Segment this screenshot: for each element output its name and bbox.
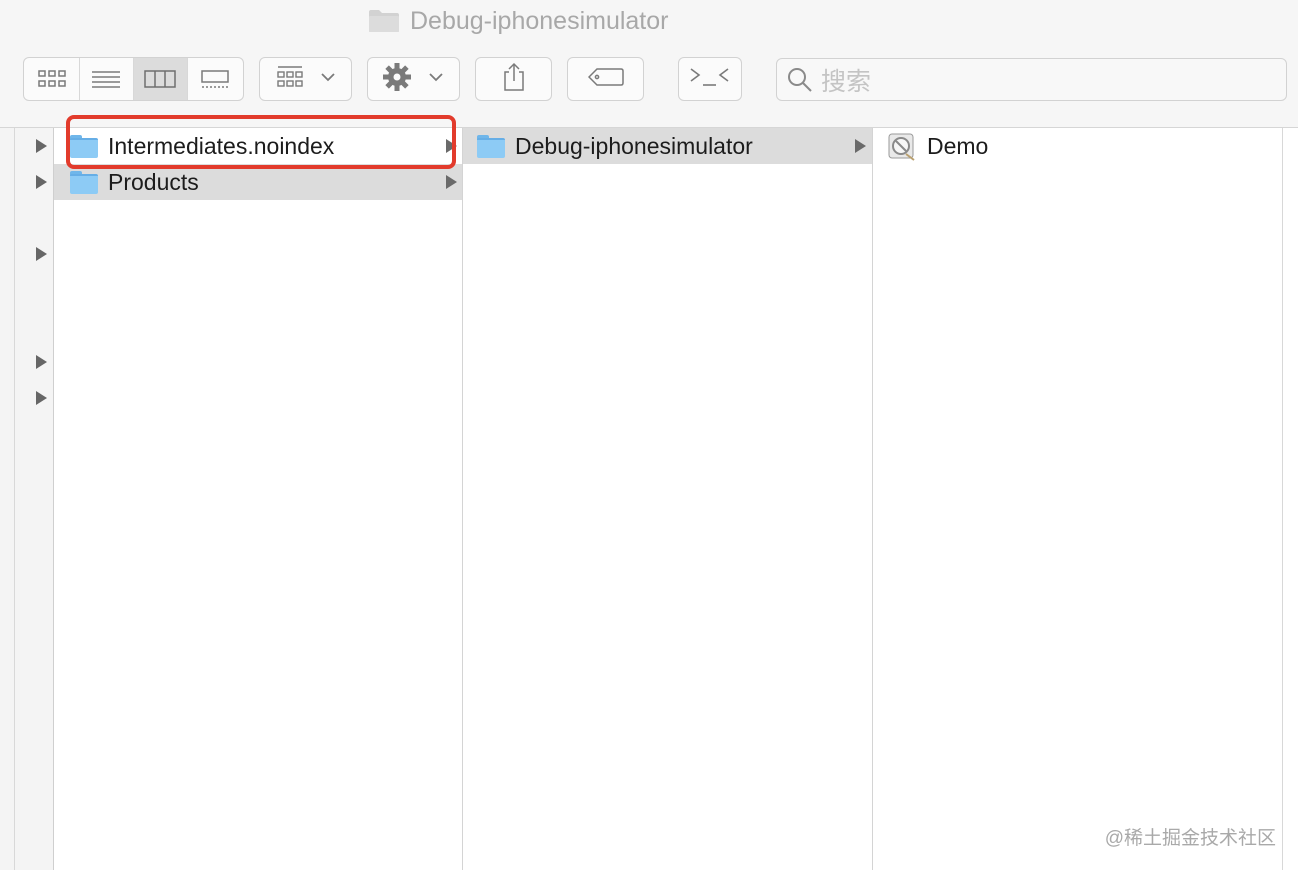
chevron-right-icon (446, 175, 457, 189)
list-item[interactable]: Demo (873, 128, 1283, 164)
toolbar: Debug-iphonesimulator 搜索 (0, 0, 1298, 128)
column-view-icon[interactable] (133, 58, 188, 100)
disclosure-triangle[interactable] (36, 139, 47, 153)
folder-icon (368, 9, 400, 33)
tag-icon (587, 67, 624, 92)
share-icon (501, 62, 527, 97)
folder-icon (70, 170, 98, 194)
terminal-button[interactable] (678, 57, 742, 101)
gear-icon (382, 62, 446, 96)
disclosure-triangle[interactable] (36, 391, 47, 405)
item-label: Products (108, 168, 199, 195)
item-label: Debug-iphonesimulator (515, 132, 753, 159)
list-view-icon[interactable] (80, 58, 134, 100)
action-button[interactable] (367, 57, 460, 101)
disclosure-triangle[interactable] (36, 175, 47, 189)
watermark: @稀土掘金技术社区 (1104, 828, 1276, 849)
group-button[interactable] (259, 57, 352, 101)
view-mode-control[interactable] (23, 57, 244, 101)
icon-view-icon[interactable] (26, 58, 80, 100)
sidebar-edge (14, 128, 15, 870)
item-label: Demo (927, 132, 989, 159)
tag-button[interactable] (567, 57, 644, 101)
disclosure-triangle[interactable] (36, 355, 47, 369)
list-item[interactable]: Debug-iphonesimulator (463, 128, 872, 164)
window-title-text: Debug-iphonesimulator (410, 6, 669, 35)
sidebar (0, 128, 54, 870)
folder-icon (477, 134, 505, 158)
gallery-view-icon[interactable] (188, 58, 242, 100)
window-edge (1282, 128, 1283, 870)
browser-column-3: Demo (873, 128, 1283, 870)
search-placeholder: 搜索 (821, 67, 872, 96)
window-title: Debug-iphonesimulator (368, 4, 668, 38)
highlight-box (66, 115, 456, 169)
browser-column-1: Intermediates.noindex Products (54, 128, 463, 870)
share-button[interactable] (475, 57, 552, 101)
browser-column-2: Debug-iphonesimulator (463, 128, 873, 870)
list-item[interactable]: Products (54, 164, 462, 200)
chevron-right-icon (855, 139, 866, 153)
group-icon (274, 64, 338, 95)
search-icon (787, 67, 813, 93)
terminal-icon (688, 65, 732, 94)
app-icon (887, 131, 917, 161)
disclosure-triangle[interactable] (36, 247, 47, 261)
search-field[interactable]: 搜索 (776, 58, 1287, 101)
